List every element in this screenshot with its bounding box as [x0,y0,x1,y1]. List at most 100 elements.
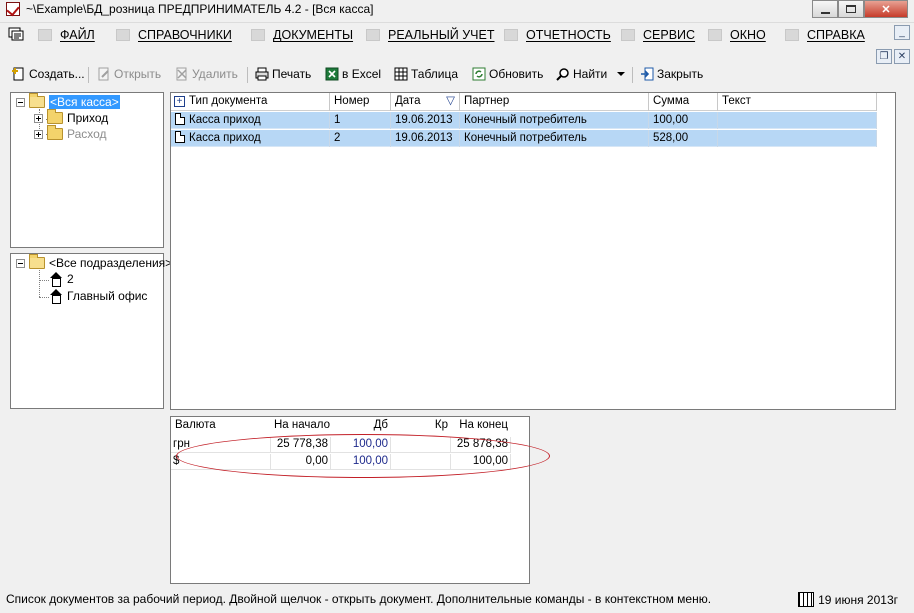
folder-icon [47,109,63,124]
menu-help[interactable]: СПРАВКА [785,28,865,42]
delete-button[interactable]: Удалить [175,67,238,81]
tree-node-department-2[interactable]: 2 [49,272,74,287]
title-bar: ~\Example\БД_розница ПРЕДПРИНИМАТЕЛЬ 4.2… [0,0,914,20]
table-button[interactable]: Таблица [394,67,458,81]
cell-number: 2 [330,130,391,147]
collapse-icon[interactable] [16,97,25,107]
expand-icon[interactable] [34,129,43,139]
cell-type: Касса приход [171,130,330,147]
folder-icon [38,29,52,41]
add-column-icon[interactable]: + [174,96,185,107]
tree-node-all-cash[interactable]: <Вся касса> [16,93,120,109]
tree-node-expense[interactable]: Расход [34,125,107,141]
totals-column-debit[interactable]: Дб [331,417,391,435]
cell-sum: 528,00 [649,130,718,147]
grid-header: + Тип документа Номер Дата ▽ Партнер Сумм… [171,93,877,111]
column-header-type[interactable]: + Тип документа [171,93,330,111]
cell-debit: 100,00 [331,454,391,470]
status-bar: Список документов за рабочий период. Дво… [0,589,914,611]
totals-column-credit[interactable]: Кр [391,417,451,435]
menu-real-accounting[interactable]: РЕАЛЬНЫЙ УЧЕТ [366,28,495,42]
expand-icon[interactable] [34,113,43,123]
maximize-icon [846,5,856,13]
minimize-icon [820,11,830,14]
tree-node-label: Главный офис [67,289,148,303]
delete-icon [176,67,187,81]
tree-node-all-departments[interactable]: <Все подразделения> [16,254,172,270]
cell-sum: 100,00 [649,112,718,129]
find-button[interactable]: Найти [556,67,607,81]
totals-column-currency[interactable]: Валюта [171,417,271,435]
toolbar: Создать... Открыть Удалить Печать в Exce… [0,64,914,86]
document-icon [251,29,265,41]
cell-text [718,130,877,147]
calendar-icon [798,592,815,607]
menu-documents[interactable]: ДОКУМЕНТЫ [251,28,353,42]
dropdown-arrow-icon [617,72,625,76]
working-date: 19 июня 2013г [818,592,898,607]
app-check-icon [6,2,20,16]
export-excel-button[interactable]: в Excel [325,67,381,81]
toolbar-separator [247,67,248,83]
new-document-icon [12,67,24,81]
refresh-icon [472,67,486,81]
table-row[interactable]: Касса приход 1 19.06.2013 Конечный потре… [171,112,877,129]
tree-connector [39,270,40,297]
close-form-button[interactable]: Закрыть [640,67,703,81]
menu-reports[interactable]: ОТЧЕТНОСТЬ [504,28,611,42]
menu-service[interactable]: СЕРВИС [621,28,695,42]
mdi-close-button[interactable]: ✕ [894,49,910,64]
refresh-button[interactable]: Обновить [472,67,543,81]
column-header-text[interactable]: Текст [718,93,877,111]
app-menu-icon[interactable] [8,27,24,41]
house-icon [49,289,63,304]
cell-start: 25 778,38 [271,437,331,453]
mdi-restore-button[interactable]: ❐ [876,49,892,64]
folder-open-icon [29,254,45,269]
totals-row[interactable]: $ 0,00 100,00 100,00 [171,454,511,470]
open-button[interactable]: Открыть [97,67,161,81]
report-icon [504,29,518,41]
table-row[interactable]: Касса приход 2 19.06.2013 Конечный потре… [171,130,877,147]
tree-connector [39,280,49,281]
totals-column-end[interactable]: На конец [451,417,511,435]
mdi-minimize-button[interactable]: _ [894,25,910,40]
find-dropdown-button[interactable] [616,67,626,81]
cell-end: 100,00 [451,454,511,470]
status-date[interactable]: 19 июня 2013г [798,592,898,607]
tree-node-main-office[interactable]: Главный офис [49,289,148,304]
close-window-button[interactable]: ✕ [864,0,908,18]
window-title: ~\Example\БД_розница ПРЕДПРИНИМАТЕЛЬ 4.2… [26,2,374,16]
menu-bar: ФАЙЛ СПРАВОЧНИКИ ДОКУМЕНТЫ РЕАЛЬНЫЙ УЧЕТ… [0,22,914,64]
toolbar-separator [632,67,633,83]
menu-file[interactable]: ФАЙЛ [38,28,95,42]
tree-node-label: Расход [67,127,107,141]
cell-currency: грн [171,437,271,453]
column-header-sum[interactable]: Сумма [649,93,718,111]
column-header-partner[interactable]: Партнер [460,93,649,111]
totals-column-start[interactable]: На начало [271,417,331,435]
exit-icon [641,67,654,81]
tree-node-income[interactable]: Приход [34,109,108,125]
print-button[interactable]: Печать [255,67,311,81]
column-header-number[interactable]: Номер [330,93,391,111]
column-header-date[interactable]: Дата ▽ [391,93,460,111]
create-button[interactable]: Создать... [12,67,85,81]
totals-row[interactable]: грн 25 778,38 100,00 25 878,38 [171,437,511,453]
collapse-icon[interactable] [16,258,25,268]
menu-directories[interactable]: СПРАВОЧНИКИ [116,28,232,42]
maximize-button[interactable] [838,0,864,18]
cell-partner: Конечный потребитель [460,112,649,129]
house-icon [49,272,63,287]
cash-tree-panel: <Вся касса> Приход Расход [10,92,164,248]
cell-type: Касса приход [171,112,330,129]
service-icon [621,29,635,41]
cell-currency: $ [171,454,271,470]
cell-debit: 100,00 [331,437,391,453]
folder-open-icon [29,93,45,108]
document-icon [175,131,185,143]
menu-window[interactable]: ОКНО [708,28,766,42]
minimize-button[interactable] [812,0,838,18]
printer-icon [255,67,269,81]
mdi-controls: _ ❐ ✕ [876,25,910,64]
